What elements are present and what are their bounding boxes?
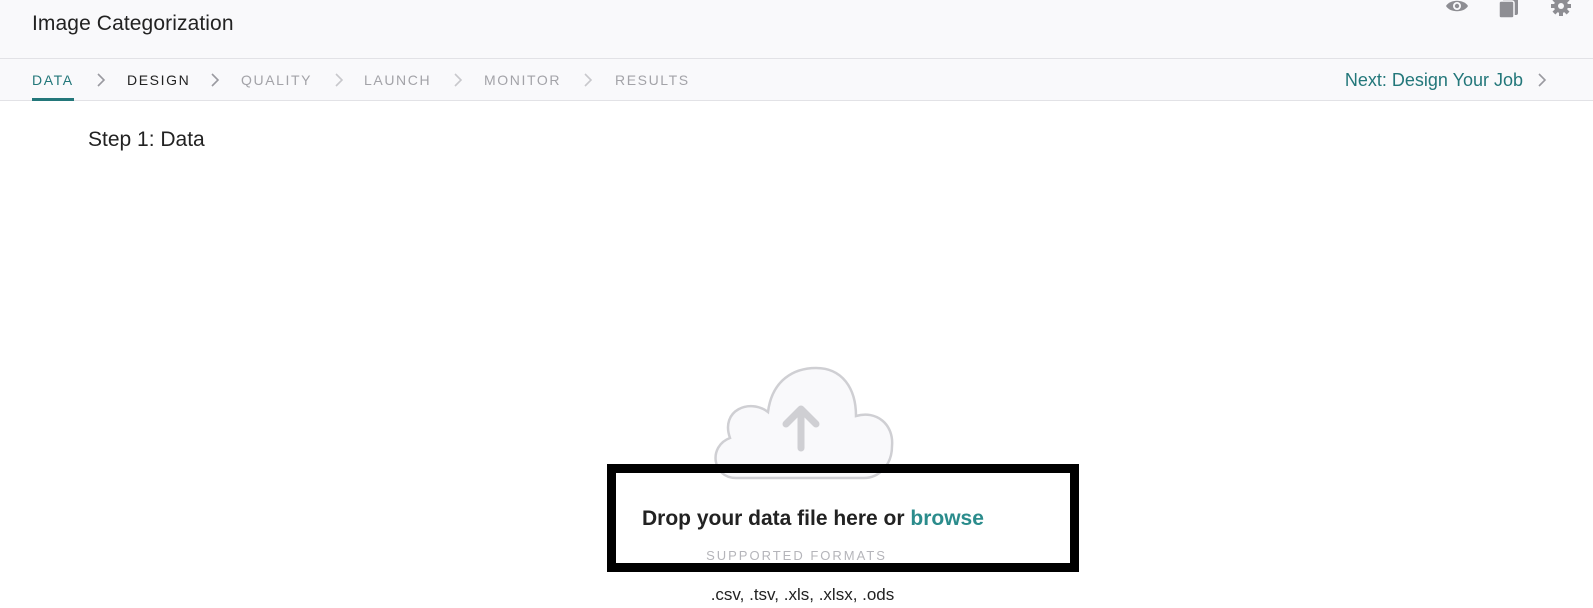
top-header: Image Categorization [0, 0, 1593, 59]
copy-icon[interactable] [1497, 0, 1521, 20]
eye-icon[interactable] [1445, 0, 1469, 20]
step-design[interactable]: DESIGN [127, 59, 190, 101]
steps-nav: DATA DESIGN QUALITY LAUNCH MONITOR RESUL… [0, 59, 1593, 101]
page-title: Step 1: Data [88, 128, 205, 151]
chevron-right-icon[interactable] [1537, 72, 1547, 88]
chevron-right-icon [210, 72, 220, 88]
chevron-right-icon [334, 72, 344, 88]
step-results[interactable]: RESULTS [615, 59, 690, 101]
chevron-right-icon [453, 72, 463, 88]
chevron-right-icon [96, 72, 106, 88]
step-data[interactable]: DATA [32, 59, 74, 101]
chevron-right-icon [583, 72, 593, 88]
drop-text: Drop your data file here or [642, 507, 911, 530]
next-step-link[interactable]: Next: Design Your Job [1345, 59, 1523, 101]
supported-formats-list: .csv, .tsv, .xls, .xlsx, .ods [710, 585, 895, 604]
browse-link[interactable]: browse [910, 507, 984, 530]
step-monitor[interactable]: MONITOR [484, 59, 561, 101]
step-quality[interactable]: QUALITY [241, 59, 312, 101]
job-title: Image Categorization [32, 12, 234, 35]
gear-icon[interactable] [1549, 0, 1573, 20]
step-launch[interactable]: LAUNCH [364, 59, 431, 101]
drop-instructions: Drop your data file here or browse [642, 507, 984, 531]
